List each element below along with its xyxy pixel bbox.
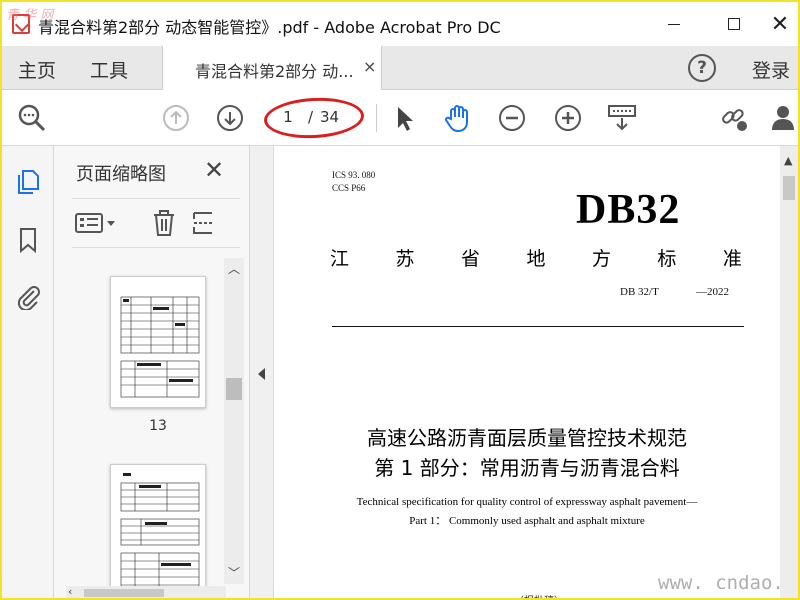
thumbnails-close-button[interactable]: ✕ xyxy=(204,156,224,184)
document-view[interactable]: ICS 93. 080 CCS P66 DB32 江 苏 省 地 方 标 准 D… xyxy=(274,146,780,598)
watermark-bottom-right: www. cndao. com xyxy=(658,572,784,598)
doc-ccs-line: CCS P66 xyxy=(332,183,366,193)
doc-title-line-1: 高速公路沥青面层质量管控技术规范 xyxy=(367,426,687,450)
toolbar-divider xyxy=(376,104,377,132)
page-current-input[interactable]: 1 xyxy=(274,108,302,126)
maximize-button[interactable] xyxy=(714,8,754,40)
doc-standard-year: —2022 xyxy=(696,286,729,298)
page-total-count: 34 xyxy=(320,108,340,126)
standard-char: 苏 xyxy=(395,248,415,270)
extract-page-icon[interactable] xyxy=(190,209,218,237)
thumbnail-page-label: 13 xyxy=(149,418,167,434)
doc-title-line-2: 第 1 部分：常用沥青与沥青混合料 xyxy=(374,456,680,480)
doc-scrollbar-thumb[interactable] xyxy=(783,176,795,200)
scroll-up-chevron-icon[interactable]: ︿ xyxy=(228,260,240,277)
app-window: 青混合料第2部分 动态智能管控》.pdf - Adobe Acrobat Pro… xyxy=(0,0,800,600)
pages-icon[interactable] xyxy=(14,168,42,196)
doc-db-code: DB32 xyxy=(576,187,681,233)
standard-char: 省 xyxy=(460,248,480,270)
doc-english-title-line-1: Technical specification for quality cont… xyxy=(356,496,698,508)
title-bar: 青混合料第2部分 动态智能管控》.pdf - Adobe Acrobat Pro… xyxy=(2,2,798,46)
bookmark-icon[interactable] xyxy=(14,226,42,254)
page-up-icon[interactable] xyxy=(160,102,192,134)
main-toolbar: 1 / 34 xyxy=(2,90,798,146)
collapse-panel-arrow-icon[interactable] xyxy=(258,368,265,380)
doc-english-title-line-2: Part 1： Commonly used asphalt and asphal… xyxy=(409,515,645,527)
share-link-icon[interactable] xyxy=(718,102,750,134)
search-zoom-icon[interactable] xyxy=(16,102,48,134)
standard-char: 方 xyxy=(591,248,611,270)
scroll-down-chevron-icon[interactable]: ﹀ xyxy=(228,564,240,581)
maximize-icon xyxy=(728,18,740,30)
standard-char: 江 xyxy=(330,248,350,270)
thumbnails-panel: 页面缩略图 ✕ 13 ︿ ﹀ ‹ xyxy=(54,146,250,598)
thumbnails-toolbar xyxy=(72,198,240,248)
window-title: 青混合料第2部分 动态智能管控》.pdf - Adobe Acrobat Pro… xyxy=(38,18,501,37)
tab-home[interactable]: 主页 xyxy=(18,56,56,83)
hand-tool-icon[interactable] xyxy=(442,102,474,134)
tab-tools[interactable]: 工具 xyxy=(90,56,128,83)
delete-page-icon[interactable] xyxy=(150,209,178,237)
panel-collapse-strip[interactable] xyxy=(250,146,274,598)
scrollbar-thumb[interactable] xyxy=(226,378,242,400)
zoom-out-icon[interactable] xyxy=(496,102,528,134)
page-separator: / xyxy=(308,108,314,126)
keyboard-icon[interactable] xyxy=(606,102,638,134)
doc-standard-code: DB 32/T xyxy=(620,286,659,298)
left-navigation-rail xyxy=(2,146,54,598)
close-window-button[interactable]: ✕ xyxy=(760,8,798,40)
doc-ics-line: ICS 93. 080 xyxy=(332,170,376,180)
standard-char: 地 xyxy=(526,248,546,270)
help-icon[interactable]: ? xyxy=(688,54,716,82)
attachment-icon[interactable] xyxy=(14,282,42,312)
thumbnails-panel-title: 页面缩略图 xyxy=(76,164,166,185)
zoom-in-icon[interactable] xyxy=(552,102,584,134)
scroll-left-chevron-icon[interactable]: ‹ xyxy=(68,585,72,598)
document-tab-label: 青混合料第2部分 动... xyxy=(195,62,354,81)
thumbnail-options-icon[interactable] xyxy=(74,209,120,237)
login-button[interactable]: 登录 xyxy=(752,56,790,83)
standard-char: 标 xyxy=(657,248,677,270)
page-number-field[interactable]: 1 / 34 xyxy=(270,104,360,130)
select-arrow-icon[interactable] xyxy=(388,102,420,134)
document-vertical-scrollbar[interactable]: ▲ xyxy=(780,146,798,598)
standard-char: 准 xyxy=(722,248,742,270)
minimize-icon xyxy=(668,23,680,25)
page-thumbnail[interactable] xyxy=(110,276,206,408)
page-down-icon[interactable] xyxy=(214,102,246,134)
thumbnails-vertical-scrollbar[interactable]: ︿ ﹀ xyxy=(224,258,244,584)
doc-bottom-partial-text: （报批稿） xyxy=(514,592,564,598)
watermark-top-left: 青 华 网 xyxy=(6,8,54,23)
document-tab[interactable]: 青混合料第2部分 动... × xyxy=(162,46,382,90)
add-user-icon[interactable] xyxy=(770,102,798,134)
thumbnails-list: 13 xyxy=(54,258,244,588)
minimize-button[interactable] xyxy=(654,8,694,40)
tab-bar: 主页 工具 青混合料第2部分 动... × ? 登录 xyxy=(2,46,798,90)
thumbnails-horizontal-scrollbar[interactable]: ‹ xyxy=(66,585,226,598)
doc-header-rule xyxy=(332,326,744,327)
doc-standard-heading: 江 苏 省 地 方 标 准 xyxy=(330,244,742,271)
doc-scroll-up-icon[interactable]: ▲ xyxy=(784,154,792,167)
document-tab-close-button[interactable]: × xyxy=(363,57,376,76)
horizontal-scrollbar-thumb[interactable] xyxy=(84,589,164,597)
page-thumbnail[interactable] xyxy=(110,464,206,588)
